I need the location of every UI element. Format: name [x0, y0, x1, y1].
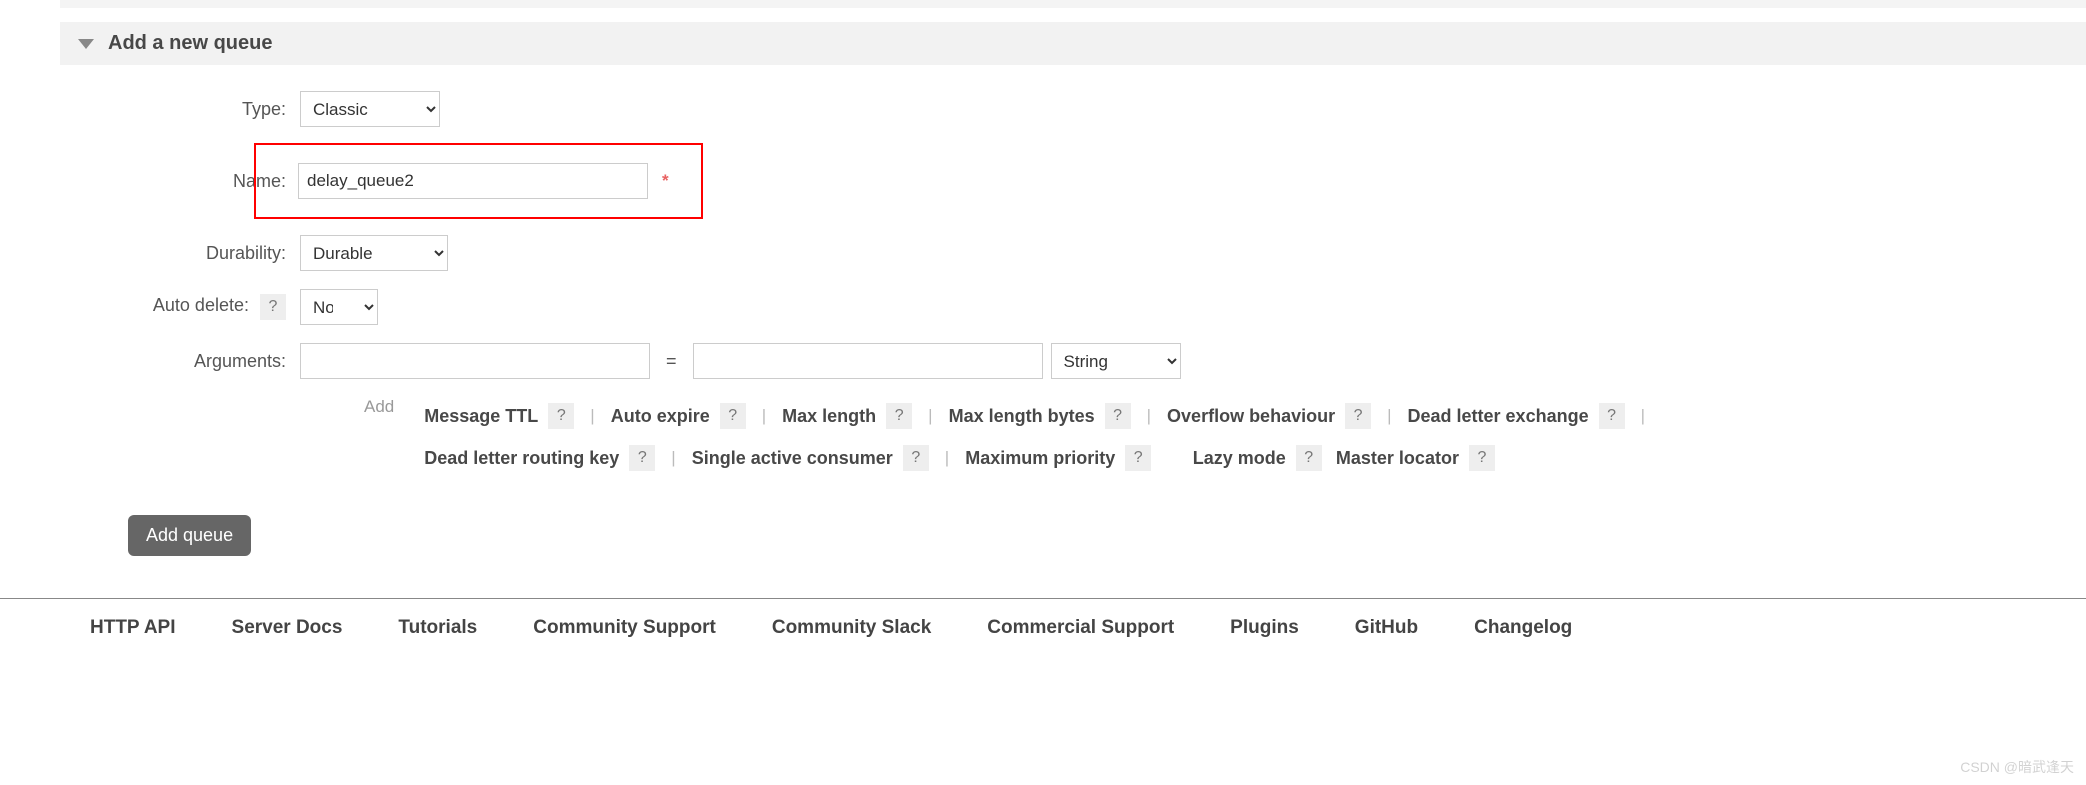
durability-select[interactable]: Durable [300, 235, 448, 271]
row-autodelete: Auto delete: ? No [60, 287, 2086, 327]
argument-hint[interactable]: Max length [782, 395, 876, 437]
argument-hint[interactable]: Dead letter routing key [424, 437, 619, 479]
footer-link[interactable]: Server Docs [232, 617, 343, 639]
help-icon[interactable]: ? [903, 445, 929, 471]
footer-link[interactable]: Changelog [1474, 617, 1572, 639]
help-icon[interactable]: ? [1599, 403, 1625, 429]
add-label: Add [364, 395, 394, 417]
help-icon[interactable]: ? [1105, 403, 1131, 429]
hint-separator: | [928, 395, 932, 437]
section-title: Add a new queue [108, 32, 272, 55]
footer-link[interactable]: GitHub [1355, 617, 1418, 639]
name-highlight-box: * [254, 143, 703, 219]
autodelete-select[interactable]: No [300, 289, 378, 325]
hint-separator: | [1641, 395, 1645, 437]
argument-key-input[interactable] [300, 343, 650, 379]
hint-separator: | [590, 395, 594, 437]
help-icon[interactable]: ? [886, 403, 912, 429]
help-icon[interactable]: ? [1125, 445, 1151, 471]
argument-type-select[interactable]: String [1051, 343, 1181, 379]
help-icon[interactable]: ? [1296, 445, 1322, 471]
argument-hint[interactable]: Message TTL [424, 395, 538, 437]
argument-hint[interactable]: Dead letter exchange [1408, 395, 1589, 437]
arguments-label: Arguments: [60, 351, 300, 372]
argument-hint[interactable]: Max length bytes [949, 395, 1095, 437]
top-divider [60, 0, 2086, 8]
footer-link[interactable]: Commercial Support [987, 617, 1174, 639]
hint-separator: | [945, 437, 949, 479]
argument-hint[interactable]: Auto expire [611, 395, 710, 437]
footer-link[interactable]: Tutorials [398, 617, 477, 639]
help-icon[interactable]: ? [720, 403, 746, 429]
name-input[interactable] [298, 163, 648, 199]
autodelete-label: Auto delete: [153, 295, 249, 315]
argument-value-input[interactable] [693, 343, 1043, 379]
row-name: Name: * [60, 143, 2086, 219]
required-asterisk: * [662, 171, 669, 191]
help-icon[interactable]: ? [629, 445, 655, 471]
type-select[interactable]: Classic [300, 91, 440, 127]
watermark: CSDN @暗武逢天 [1960, 757, 2074, 777]
help-icon[interactable]: ? [1469, 445, 1495, 471]
add-queue-form: Type: Classic Name: * Durability: Durabl… [60, 89, 2086, 556]
hint-separator: | [1147, 395, 1151, 437]
footer-link[interactable]: Community Support [533, 617, 716, 639]
argument-hints: Add Message TTL?|Auto expire?|Max length… [364, 395, 2086, 479]
help-icon[interactable]: ? [1345, 403, 1371, 429]
footer-link[interactable]: Community Slack [772, 617, 931, 639]
type-label: Type: [60, 99, 300, 120]
hint-separator: | [671, 437, 675, 479]
argument-hint[interactable]: Overflow behaviour [1167, 395, 1335, 437]
hint-separator [1167, 437, 1176, 479]
footer-link[interactable]: Plugins [1230, 617, 1299, 639]
footer-link[interactable]: HTTP API [90, 617, 176, 639]
argument-hint[interactable]: Lazy mode [1193, 437, 1286, 479]
durability-label: Durability: [60, 243, 300, 264]
hint-separator: | [1387, 395, 1391, 437]
help-icon[interactable]: ? [548, 403, 574, 429]
equals-sign: = [666, 351, 677, 372]
argument-hint[interactable]: Maximum priority [965, 437, 1115, 479]
hint-gap [1322, 437, 1336, 479]
add-queue-button[interactable]: Add queue [128, 515, 251, 556]
chevron-down-icon [78, 39, 94, 49]
row-type: Type: Classic [60, 89, 2086, 129]
help-icon[interactable]: ? [260, 294, 286, 320]
row-durability: Durability: Durable [60, 233, 2086, 273]
argument-hint[interactable]: Single active consumer [692, 437, 893, 479]
row-arguments: Arguments: = String [60, 341, 2086, 381]
hint-separator: | [762, 395, 766, 437]
footer: HTTP API Server Docs Tutorials Community Su… [0, 598, 2086, 639]
argument-hint[interactable]: Master locator [1336, 437, 1459, 479]
section-toggle[interactable]: Add a new queue [60, 22, 2086, 65]
